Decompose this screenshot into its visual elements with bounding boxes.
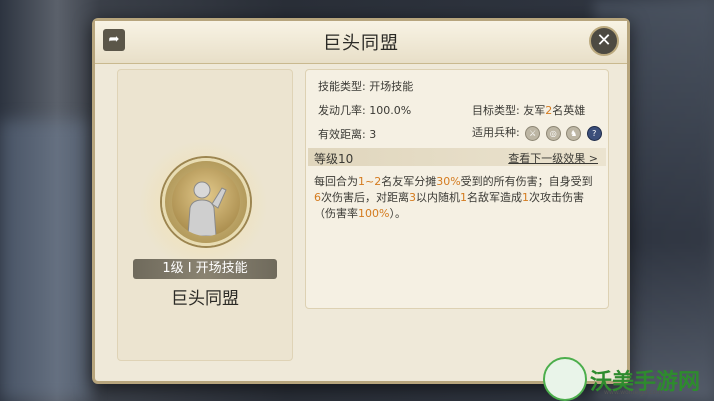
trigger-rate-label: 发动几率:	[318, 104, 366, 117]
skill-portrait-icon	[172, 168, 240, 236]
desc-value: 30%	[436, 175, 461, 188]
skill-type-value: 开场技能	[369, 80, 414, 93]
skill-name: 巨头同盟	[171, 289, 239, 309]
skill-type-label: 技能类型:	[318, 80, 366, 93]
desc-text: 次伤害后，对距离	[321, 191, 409, 204]
desc-text: 以内随机	[416, 191, 460, 204]
skill-type-row: 技能类型: 开场技能	[318, 78, 413, 94]
bow-icon[interactable]: ◎	[545, 125, 561, 141]
desc-value: 1	[460, 191, 467, 204]
sword-icon[interactable]: ⚔	[525, 125, 541, 141]
background-figure	[0, 120, 90, 400]
desc-text: 每回合为	[314, 175, 358, 188]
desc-text: 名友军分摊	[381, 175, 437, 188]
skill-info-panel: 技能类型: 开场技能 发动几率: 100.0% 目标类型: 友军2名英雄 有效距…	[305, 69, 609, 309]
watermark-url: www.womeigd.com	[604, 389, 663, 396]
cavalry-icon[interactable]: ♞	[566, 125, 582, 141]
target-type-value-post: 名英雄	[552, 104, 586, 117]
dialog-title: 巨头同盟	[323, 33, 399, 54]
target-type-label: 目标类型:	[472, 104, 520, 117]
skill-dialog: ➦ 巨头同盟 ✕ 1级 I 开场技能 巨头同盟 技能类型: 开场技能 发动几率:	[92, 18, 630, 384]
desc-value: 100%	[358, 207, 390, 220]
desc-text: 受到的所有伤害；自身受到	[460, 175, 593, 188]
trigger-rate-row: 发动几率: 100.0%	[318, 102, 411, 118]
skill-level: 等级10	[314, 152, 354, 166]
skill-level-text: 1级 I 开场技能	[162, 261, 248, 276]
next-level-link[interactable]: 查看下一级效果 >	[508, 150, 598, 166]
dialog-titlebar: ➦ 巨头同盟 ✕	[95, 21, 627, 64]
desc-text: 名敌军造成	[467, 191, 522, 204]
desc-value: 3	[409, 191, 416, 204]
desc-value: 6	[314, 191, 321, 204]
question-icon[interactable]: ?	[586, 125, 602, 141]
desc-value: 1	[522, 191, 529, 204]
troop-type-label: 适用兵种:	[472, 126, 520, 139]
watermark-logo-icon	[543, 357, 587, 401]
trigger-rate-value: 100.0%	[369, 104, 412, 117]
close-icon[interactable]: ✕	[589, 26, 619, 56]
target-type-row: 目标类型: 友军2名英雄	[472, 102, 585, 118]
desc-text: ）。	[389, 207, 406, 220]
troop-type-row: 适用兵种: ⚔ ◎ ♞ ?	[472, 124, 602, 141]
skill-description: 每回合为1~2名友军分摊30%受到的所有伤害；自身受到 6次伤害后，对距离3以内随…	[314, 174, 598, 222]
effective-range-row: 有效距离: 3	[318, 126, 376, 142]
skill-portrait-panel: 1级 I 开场技能 巨头同盟	[117, 69, 293, 361]
desc-value: 1~2	[358, 175, 382, 188]
skill-portrait-frame	[162, 158, 250, 246]
level-row: 等级10 查看下一级效果 >	[308, 148, 606, 166]
target-type-value-pre: 友军	[523, 104, 546, 117]
skill-level-badge: 1级 I 开场技能	[133, 259, 277, 279]
effective-range-label: 有效距离:	[318, 128, 366, 141]
effective-range-value: 3	[369, 128, 377, 141]
